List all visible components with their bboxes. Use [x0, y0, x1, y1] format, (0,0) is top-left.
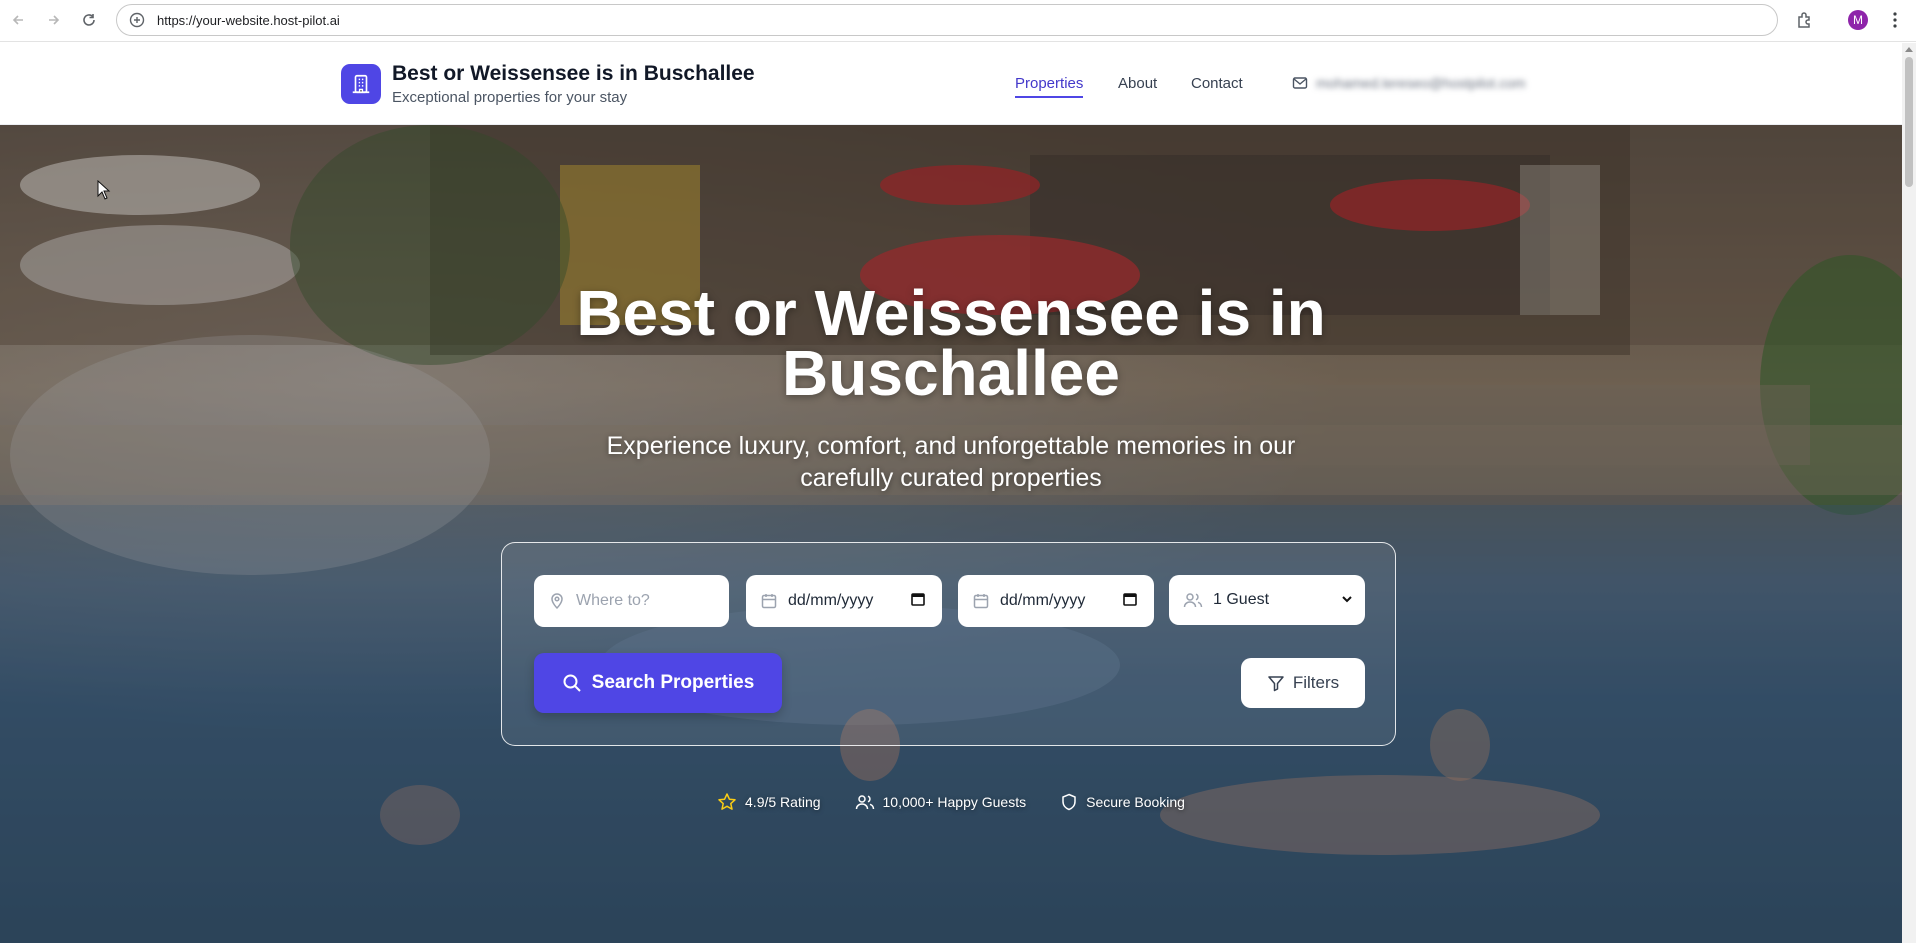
email-text: mohamed.tereseo@hostpilot.com [1316, 75, 1526, 91]
url-text: https://your-website.host-pilot.ai [157, 12, 340, 28]
address-bar[interactable]: https://your-website.host-pilot.ai [116, 4, 1778, 36]
shield-icon [1060, 793, 1078, 811]
browser-toolbar: https://your-website.host-pilot.ai M [0, 0, 1916, 42]
hero-overlay [0, 125, 1902, 943]
guests-select[interactable]: 1 Guest [1169, 575, 1365, 625]
guests-stat: 10,000+ Happy Guests [855, 792, 1027, 812]
checkout-date-value: dd/mm/yyyy [1000, 592, 1086, 609]
users-icon [855, 793, 875, 811]
back-icon[interactable] [6, 8, 30, 32]
users-icon [1183, 591, 1203, 609]
calendar-icon [760, 592, 778, 610]
hero-subtitle: Experience luxury, comfort, and unforget… [0, 430, 1902, 494]
hero-title-line: Buschallee [782, 337, 1120, 409]
date-picker-icon[interactable] [1122, 591, 1138, 607]
site-info-icon[interactable] [129, 12, 145, 28]
hero-subtitle-line: Experience luxury, comfort, and unforget… [606, 432, 1296, 460]
profile-avatar[interactable]: M [1848, 10, 1868, 30]
scroll-up-icon[interactable] [1905, 47, 1913, 52]
secure-stat: Secure Booking [1060, 792, 1185, 812]
hero-subtitle-line: carefully curated properties [800, 464, 1102, 492]
location-placeholder: Where to? [576, 592, 650, 609]
trust-stats: 4.9/5 Rating 10,000+ Happy Guests Secure… [0, 792, 1902, 812]
filter-icon [1267, 674, 1285, 692]
reload-icon[interactable] [77, 8, 101, 32]
search-properties-button[interactable]: Search Properties [534, 653, 782, 713]
brand-title[interactable]: Best or Weissensee is in Buschallee [392, 62, 755, 86]
nav-link-properties[interactable]: Properties [1015, 75, 1084, 98]
date-picker-icon[interactable] [910, 591, 926, 607]
mail-icon [1292, 75, 1308, 91]
browser-menu-icon[interactable] [1884, 9, 1906, 31]
rating-stat: 4.9/5 Rating [717, 792, 821, 812]
chevron-down-icon [1341, 593, 1353, 605]
filters-button[interactable]: Filters [1241, 658, 1365, 708]
rating-text: 4.9/5 Rating [745, 794, 821, 810]
guests-value: 1 Guest [1213, 591, 1270, 608]
search-button-label: Search Properties [591, 672, 755, 693]
hero-title-line: Best or Weissensee is in [576, 277, 1326, 349]
mouse-cursor-icon [97, 180, 111, 200]
brand-subtitle: Exceptional properties for your stay [392, 89, 628, 106]
nav-link-about[interactable]: About [1118, 75, 1157, 92]
location-input[interactable]: Where to? [534, 575, 729, 627]
map-pin-icon [548, 592, 566, 610]
hero-section: Best or Weissensee is in Buschallee Expe… [0, 125, 1902, 943]
secure-text: Secure Booking [1086, 794, 1185, 810]
checkout-date-input[interactable]: dd/mm/yyyy [958, 575, 1154, 627]
filters-button-label: Filters [1292, 673, 1340, 692]
calendar-icon [972, 592, 990, 610]
search-icon [562, 673, 582, 693]
checkin-date-value: dd/mm/yyyy [788, 592, 874, 609]
scrollbar-thumb[interactable] [1905, 57, 1913, 187]
search-panel: Where to? dd/mm/yyyy dd/mm/yyyy 1 Guest … [501, 542, 1396, 746]
page-scrollbar[interactable] [1902, 43, 1916, 943]
extensions-icon[interactable] [1794, 9, 1816, 31]
nav-link-contact[interactable]: Contact [1191, 75, 1243, 92]
building-logo-icon[interactable] [341, 64, 381, 104]
hero-title: Best or Weissensee is in Buschallee [0, 277, 1902, 409]
contact-email[interactable]: mohamed.tereseo@hostpilot.com [1292, 75, 1526, 91]
checkin-date-input[interactable]: dd/mm/yyyy [746, 575, 942, 627]
star-icon [717, 792, 737, 812]
guests-text: 10,000+ Happy Guests [882, 794, 1027, 810]
site-header: Best or Weissensee is in Buschallee Exce… [0, 43, 1902, 125]
forward-icon[interactable] [42, 8, 66, 32]
